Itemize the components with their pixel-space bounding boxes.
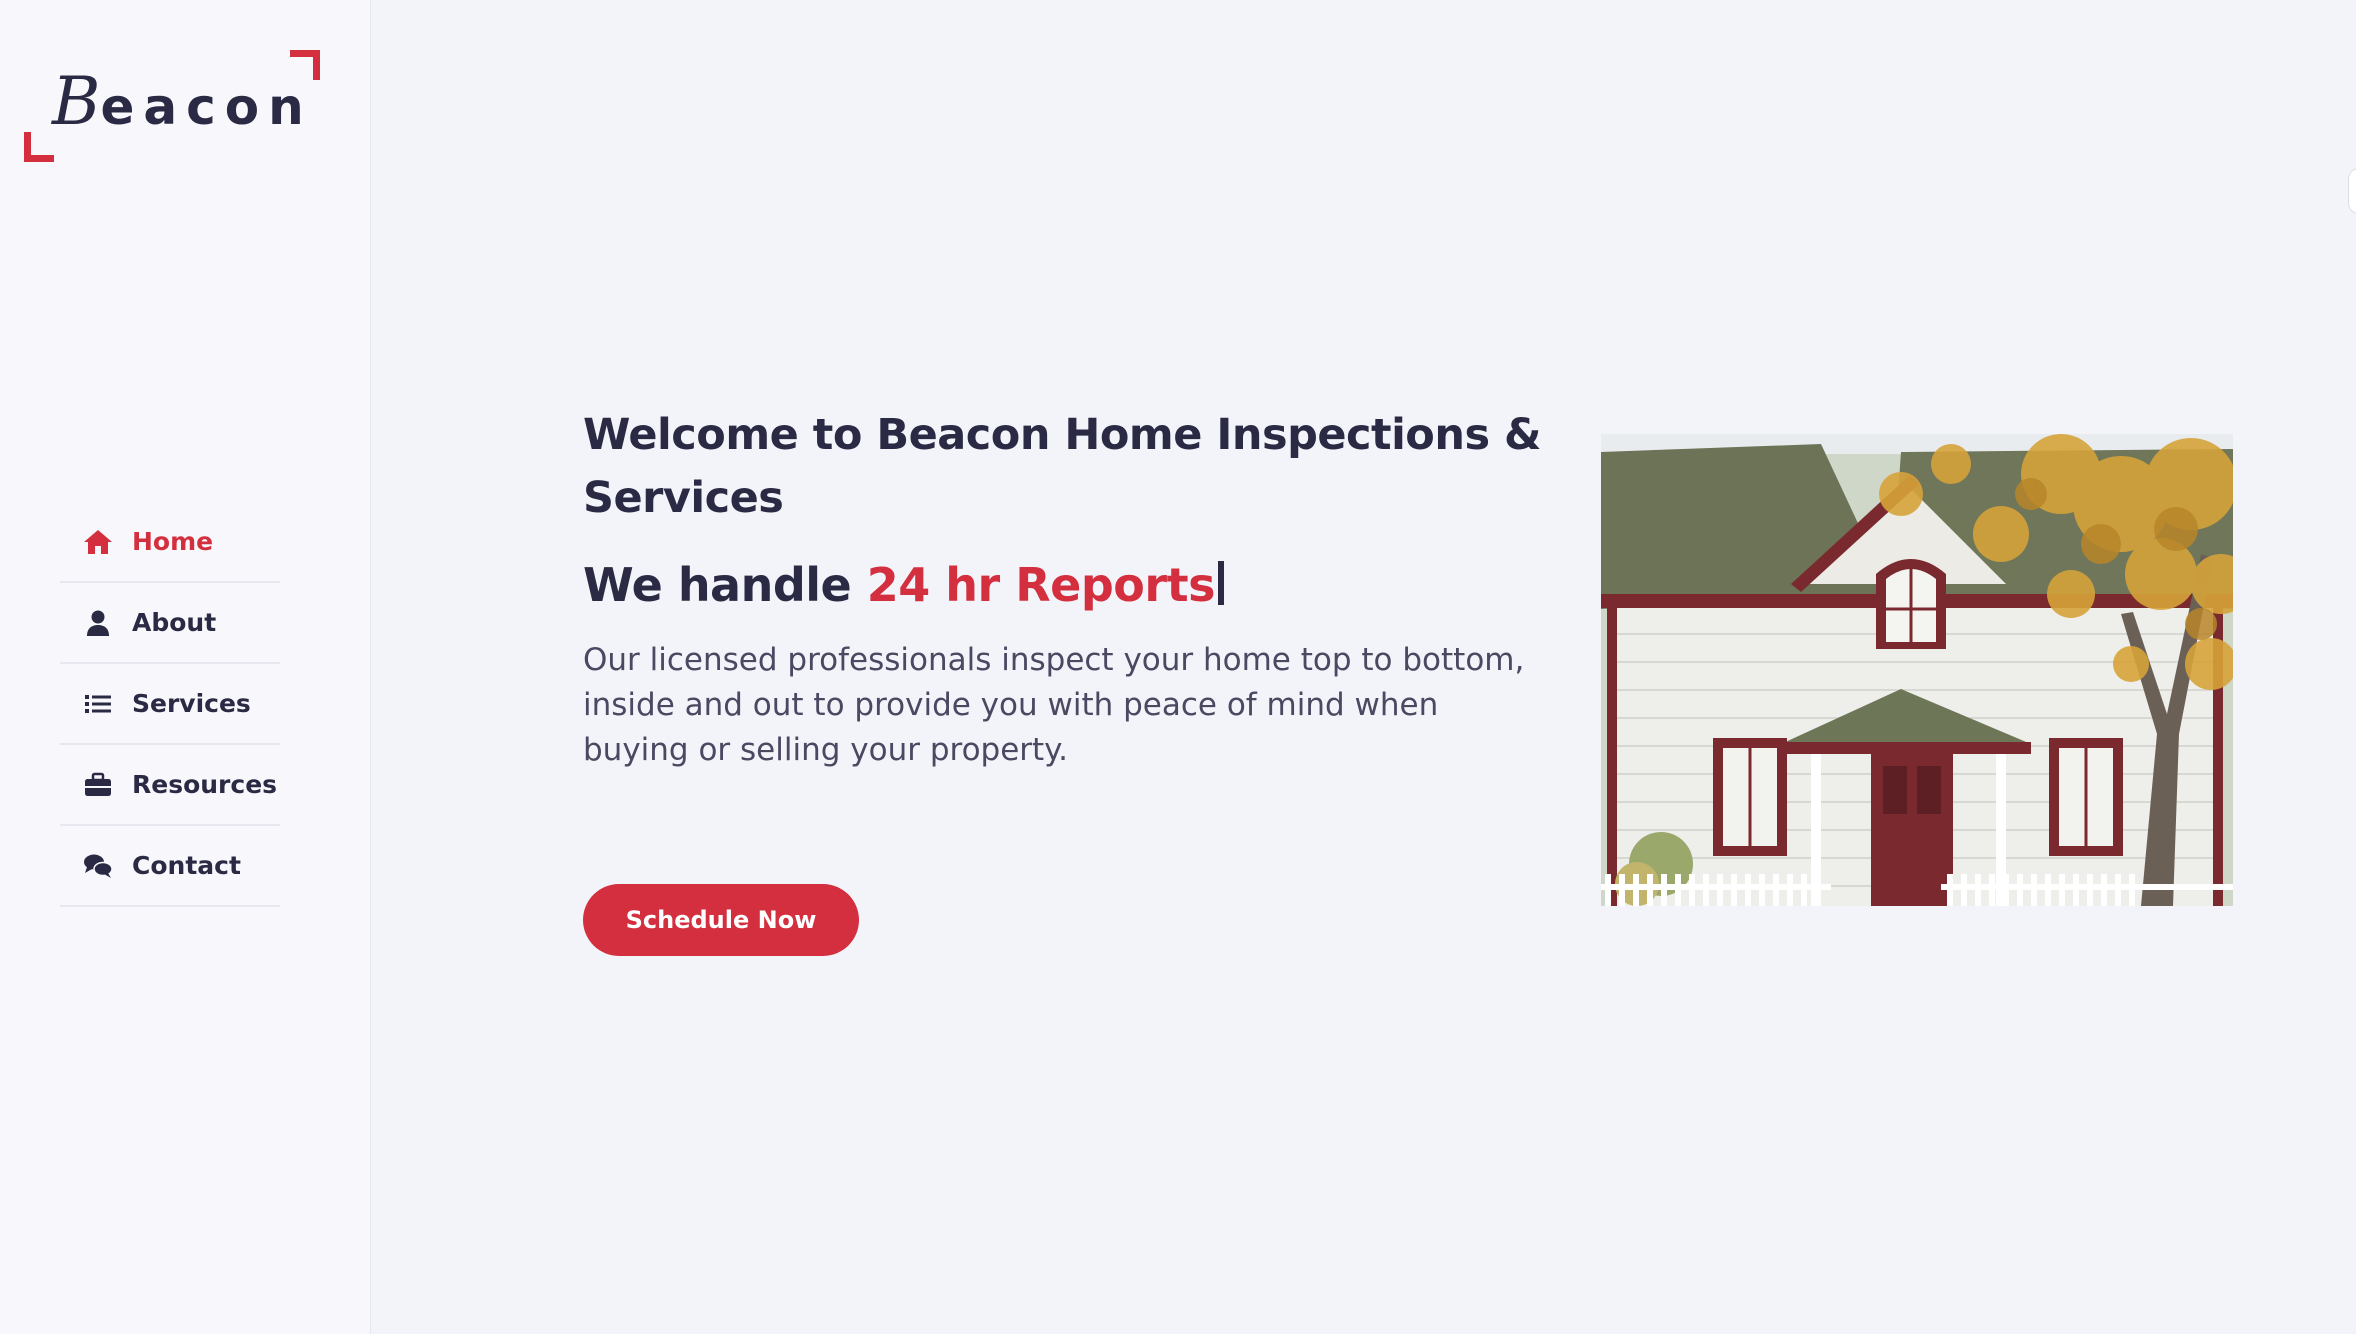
tagline-prefix: We handle [583,558,867,612]
logo-initial: B [52,63,101,140]
main-nav: Home About Services Resources Contact [60,502,280,907]
hero-house-image [1601,434,2233,906]
list-icon [82,690,114,718]
hero-tagline: We handle 24 hr Reports [583,552,1543,618]
chat-bubbles-icon [82,852,114,880]
user-icon [82,609,114,637]
schedule-now-button[interactable]: Schedule Now [583,884,859,956]
home-icon [82,528,114,556]
nav-label-resources: Resources [132,770,278,799]
nav-item-about[interactable]: About [60,583,280,664]
tagline-highlight: 24 hr Reports [866,558,1216,612]
nav-label-services: Services [132,689,251,718]
nav-item-contact[interactable]: Contact [60,826,280,907]
hero-text: Welcome to Beacon Home Inspections & Ser… [583,404,1543,773]
scroll-handle[interactable] [2348,168,2356,214]
nav-item-resources[interactable]: Resources [60,745,280,826]
nav-item-home[interactable]: Home [60,502,280,583]
brand-logo[interactable]: Beacon [24,50,320,162]
briefcase-icon [82,771,114,799]
nav-label-contact: Contact [132,851,241,880]
logo-wordmark: Beacon [52,66,313,155]
nav-item-services[interactable]: Services [60,664,280,745]
logo-corner-bottom-left [24,132,54,162]
logo-rest: eacon [100,78,313,136]
nav-label-home: Home [132,527,214,556]
typing-cursor [1217,561,1224,605]
nav-label-about: About [132,608,217,637]
hero-headline: Welcome to Beacon Home Inspections & Ser… [583,410,1542,523]
sidebar: Beacon Home About Services Resources Con… [0,0,371,1334]
hero-description: Our licensed professionals inspect your … [583,642,1525,768]
